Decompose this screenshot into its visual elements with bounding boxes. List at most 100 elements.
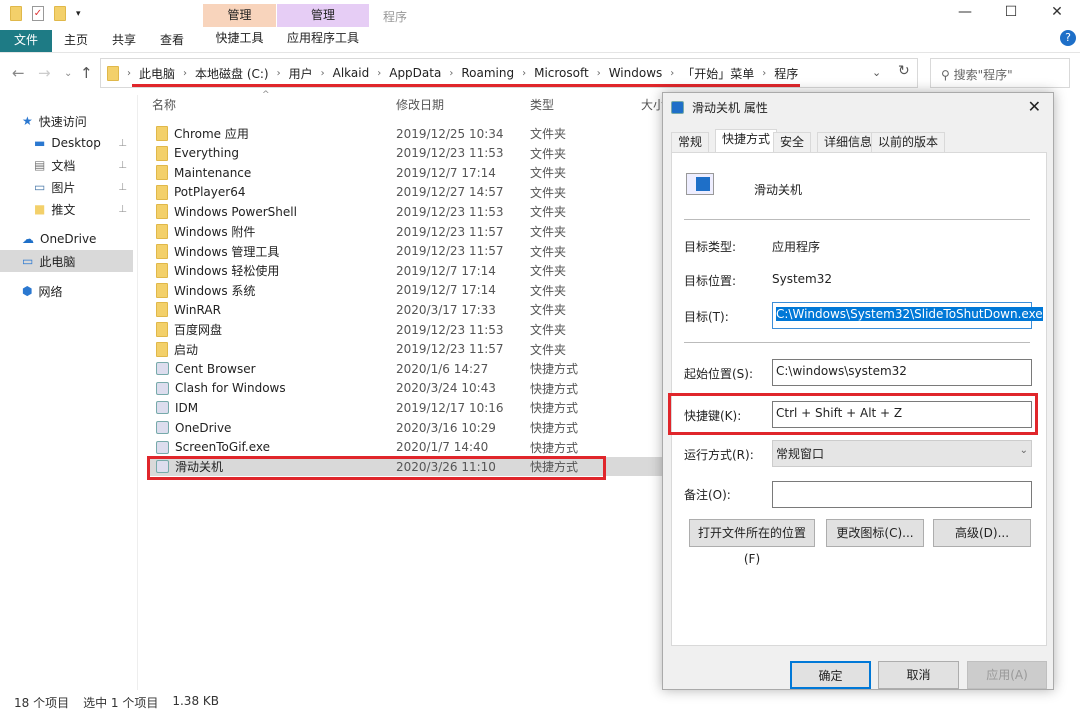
folder-icon	[156, 204, 168, 219]
breadcrumb-8[interactable]: 「开始」菜单	[682, 65, 754, 82]
breadcrumb-3[interactable]: Alkaid	[333, 66, 370, 80]
pin-icon[interactable]: ⊥	[118, 160, 127, 171]
quick-access-toolbar: ✓ ▾	[10, 6, 81, 21]
sidebar-item-7[interactable]: ⬢网络	[0, 280, 133, 302]
file-row[interactable]: Everything2019/12/23 11:53文件夹	[148, 144, 662, 163]
refresh-icon[interactable]: ↻	[898, 63, 910, 79]
pin-icon[interactable]: ⊥	[118, 138, 127, 149]
chevron-right-icon[interactable]: ›	[522, 68, 526, 79]
search-input[interactable]: ⚲ 搜索"程序"	[930, 58, 1070, 88]
maximize-icon[interactable]: ☐	[988, 4, 1034, 20]
file-row[interactable]: 启动2019/12/23 11:57文件夹	[148, 340, 662, 359]
comment-input[interactable]	[772, 481, 1032, 508]
file-row[interactable]: IDM2019/12/17 10:16快捷方式	[148, 398, 662, 417]
help-icon[interactable]: ?	[1060, 30, 1076, 46]
tab-general[interactable]: 常规	[671, 132, 709, 152]
file-row[interactable]: Windows 系统2019/12/7 17:14文件夹	[148, 281, 662, 300]
tab-home[interactable]: 主页	[52, 30, 100, 52]
ok-button[interactable]: 确定	[790, 661, 871, 689]
folder-icon: ■	[34, 202, 45, 216]
close-icon[interactable]: ✕	[1034, 4, 1080, 20]
chevron-right-icon[interactable]: ›	[321, 68, 325, 79]
file-row[interactable]: Cent Browser2020/1/6 14:27快捷方式	[148, 359, 662, 378]
chevron-right-icon[interactable]: ›	[762, 68, 766, 79]
apply-button[interactable]: 应用(A)	[967, 661, 1047, 689]
file-row[interactable]: Windows 管理工具2019/12/23 11:57文件夹	[148, 242, 662, 261]
tab-share[interactable]: 共享	[100, 30, 148, 52]
breadcrumb-9[interactable]: 程序	[774, 65, 798, 82]
up-icon[interactable]: ↑	[80, 64, 93, 82]
recent-dropdown-icon[interactable]: ⌄	[64, 68, 72, 79]
chevron-right-icon[interactable]: ›	[277, 68, 281, 79]
chevron-right-icon[interactable]: ›	[670, 68, 674, 79]
file-row[interactable]: WinRAR2020/3/17 17:33文件夹	[148, 300, 662, 319]
address-dropdown-icon[interactable]: ⌄	[872, 66, 881, 79]
back-icon[interactable]: ←	[12, 64, 25, 82]
file-row[interactable]: Chrome 应用2019/12/25 10:34文件夹	[148, 124, 662, 143]
file-row[interactable]: PotPlayer642019/12/27 14:57文件夹	[148, 183, 662, 202]
breadcrumb-7[interactable]: Windows	[609, 66, 663, 80]
pin-icon[interactable]: ⊥	[118, 204, 127, 215]
breadcrumb-4[interactable]: AppData	[389, 66, 441, 80]
run-select[interactable]: 常规窗口⌄	[772, 440, 1032, 467]
divider	[137, 95, 138, 690]
sidebar-item-1[interactable]: ▬Desktop⊥	[0, 132, 133, 154]
file-row[interactable]: ScreenToGif.exe2020/1/7 14:40快捷方式	[148, 438, 662, 457]
column-name[interactable]: 名称	[152, 96, 176, 116]
tab-shortcut[interactable]: 快捷方式	[715, 129, 777, 153]
close-icon[interactable]: ✕	[1028, 97, 1041, 116]
forward-icon[interactable]: →	[38, 64, 51, 82]
chevron-right-icon[interactable]: ›	[127, 68, 131, 79]
file-name-cell: OneDrive	[148, 421, 396, 435]
comment-label: 备注(O):	[684, 486, 731, 503]
tab-view[interactable]: 查看	[148, 30, 196, 52]
chevron-right-icon[interactable]: ›	[597, 68, 601, 79]
file-row[interactable]: OneDrive2020/3/16 10:29快捷方式	[148, 418, 662, 437]
sidebar-item-2[interactable]: ▤文档⊥	[0, 154, 133, 176]
tab-app-tools[interactable]: 应用程序工具	[277, 27, 369, 50]
pin-icon[interactable]: ⊥	[118, 182, 127, 193]
sidebar-item-4[interactable]: ■ 推文 ⊥	[0, 198, 133, 220]
file-row[interactable]: Maintenance2019/12/7 17:14文件夹	[148, 163, 662, 182]
column-type[interactable]: 类型	[530, 96, 554, 116]
advanced-button[interactable]: 高级(D)...	[933, 519, 1031, 547]
chevron-right-icon[interactable]: ›	[449, 68, 453, 79]
breadcrumb-6[interactable]: Microsoft	[534, 66, 589, 80]
tab-details[interactable]: 详细信息	[817, 132, 879, 152]
breadcrumb-1[interactable]: 本地磁盘 (C:)	[195, 65, 269, 82]
selected-size: 1.38 KB	[172, 694, 219, 711]
tab-file[interactable]: 文件	[0, 30, 52, 52]
sidebar-item-3[interactable]: ▭图片⊥	[0, 176, 133, 198]
breadcrumb-2[interactable]: 用户	[289, 65, 313, 82]
cancel-button[interactable]: 取消	[878, 661, 959, 689]
column-date[interactable]: 修改日期	[396, 96, 444, 116]
change-icon-button[interactable]: 更改图标(C)...	[826, 519, 924, 547]
breadcrumb-0[interactable]: 此电脑	[139, 65, 175, 82]
target-input[interactable]: C:\Windows\System32\SlideToShutDown.exe	[772, 302, 1032, 329]
start-in-input[interactable]: C:\windows\system32	[772, 359, 1032, 386]
tab-previous-versions[interactable]: 以前的版本	[871, 132, 945, 152]
new-folder-icon[interactable]	[54, 6, 66, 21]
minimize-icon[interactable]: —	[942, 4, 988, 20]
tab-shortcut-tools[interactable]: 快捷工具	[203, 27, 276, 50]
folder-icon	[156, 185, 168, 200]
file-date: 2020/1/6 14:27	[396, 362, 530, 376]
chevron-right-icon[interactable]: ›	[377, 68, 381, 79]
customize-dropdown-icon[interactable]: ▾	[76, 9, 81, 19]
file-row[interactable]: Clash for Windows2020/3/24 10:43快捷方式	[148, 379, 662, 398]
file-row[interactable]: 百度网盘2019/12/23 11:53文件夹	[148, 320, 662, 339]
chevron-right-icon[interactable]: ›	[183, 68, 187, 79]
sidebar-item-0[interactable]: ★快速访问	[0, 110, 133, 132]
open-file-location-button[interactable]: 打开文件所在的位置(F)	[689, 519, 815, 547]
file-row[interactable]: Windows PowerShell2019/12/23 11:53文件夹	[148, 202, 662, 221]
breadcrumb-5[interactable]: Roaming	[461, 66, 514, 80]
file-type: 文件夹	[530, 341, 566, 358]
properties-icon[interactable]: ✓	[32, 6, 44, 21]
tab-security[interactable]: 安全	[773, 132, 811, 152]
file-row[interactable]: Windows 轻松使用2019/12/7 17:14文件夹	[148, 261, 662, 280]
hotkey-highlight	[668, 393, 1038, 435]
file-row[interactable]: Windows 附件2019/12/23 11:57文件夹	[148, 222, 662, 241]
sidebar-item-6[interactable]: ▭此电脑	[0, 250, 133, 272]
sidebar-item-5[interactable]: ☁OneDrive	[0, 228, 133, 250]
sidebar-item-label: 推文	[51, 201, 75, 218]
